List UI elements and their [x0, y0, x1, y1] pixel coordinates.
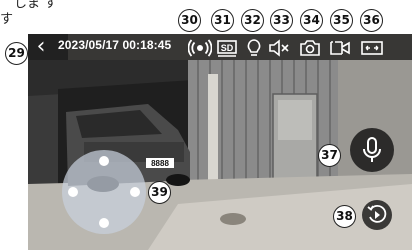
doc-text-line-1: しま す — [14, 0, 58, 11]
callout-37: 37 — [318, 144, 341, 167]
callout-30: 30 — [178, 9, 201, 32]
camera-icon[interactable] — [298, 38, 322, 58]
callout-36: 36 — [360, 9, 383, 32]
callout-29: 29 — [5, 42, 28, 65]
light-bulb-icon[interactable] — [242, 38, 266, 58]
license-plate-text: 8888 — [151, 159, 169, 168]
document-text: しま す す — [0, 0, 70, 28]
joystick-down-dot[interactable] — [99, 218, 109, 228]
callout-31: 31 — [211, 9, 234, 32]
callout-35: 35 — [330, 9, 353, 32]
joystick-left-dot[interactable] — [68, 187, 78, 197]
ptz-joystick[interactable] — [62, 150, 146, 234]
fullscreen-icon[interactable] — [360, 38, 384, 58]
speaker-muted-icon[interactable] — [267, 38, 291, 58]
record-video-icon[interactable] — [328, 38, 352, 58]
joystick-up-dot[interactable] — [99, 156, 109, 166]
callout-38: 38 — [333, 205, 356, 228]
sd-card-label: SD — [221, 43, 234, 53]
microphone-icon — [363, 137, 381, 162]
back-chevron-icon[interactable]: ‹ — [33, 36, 49, 58]
wifi-signal-icon[interactable] — [188, 38, 212, 58]
video-timestamp: 2023/05/17 00:18:45 — [58, 38, 172, 52]
doc-text-line-2: す — [0, 12, 14, 27]
playback-button[interactable] — [362, 200, 392, 230]
microphone-button[interactable] — [350, 128, 394, 172]
callout-33: 33 — [270, 9, 293, 32]
sd-card-icon[interactable]: SD — [215, 38, 239, 58]
callout-32: 32 — [241, 9, 264, 32]
joystick-right-dot[interactable] — [130, 187, 140, 197]
replay-icon — [367, 204, 387, 223]
callout-39: 39 — [148, 181, 171, 204]
callout-34: 34 — [300, 9, 323, 32]
